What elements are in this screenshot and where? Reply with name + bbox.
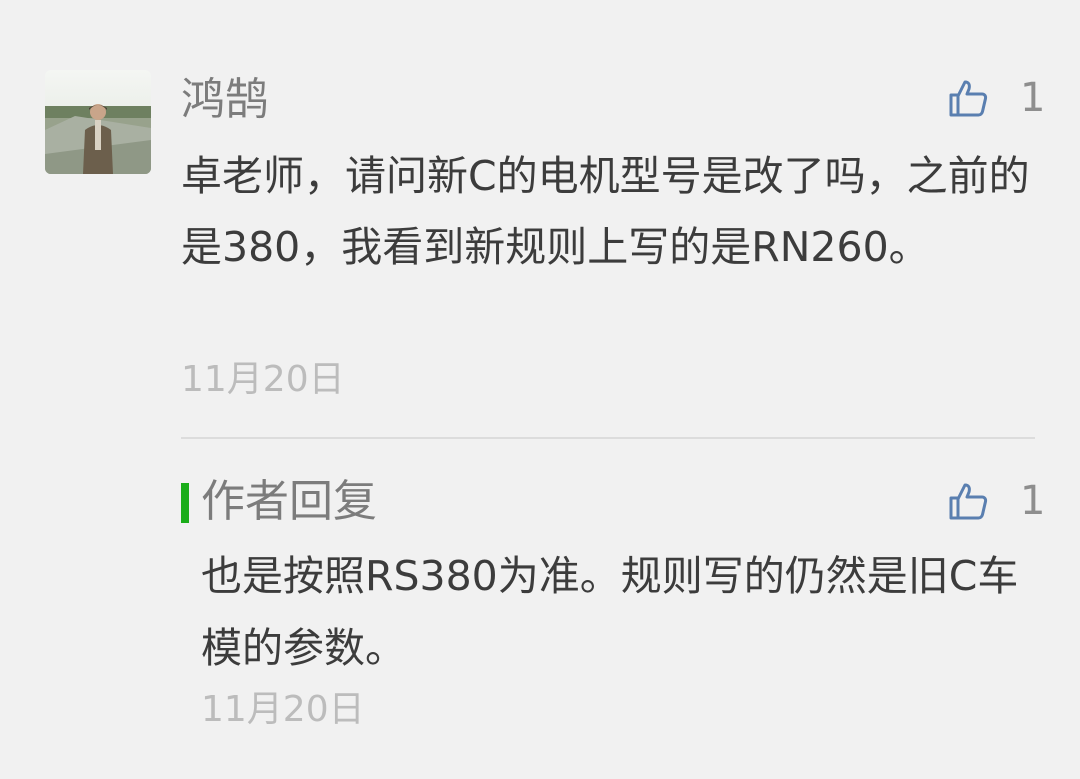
comment-date: 11月20日 — [181, 359, 345, 400]
divider — [181, 437, 1035, 439]
comment-text: 卓老师，请问新C的电机型号是改了吗，之前的是380，我看到新规则上写的是RN26… — [181, 152, 1030, 271]
commenter-name[interactable]: 鸿鹄 — [181, 72, 269, 128]
reply-date: 11月20日 — [201, 689, 365, 730]
author-reply-text: 也是按照RS380为准。规则写的仍然是旧C车模的参数。 — [201, 552, 1019, 672]
comment-like-button[interactable]: 1 — [948, 76, 1045, 120]
thumbs-up-icon[interactable] — [948, 481, 988, 521]
reply-like-button[interactable]: 1 — [948, 479, 1045, 523]
thumbs-up-icon[interactable] — [948, 78, 988, 118]
avatar[interactable] — [45, 70, 151, 174]
like-count: 1 — [1020, 75, 1046, 121]
author-reply-marker — [181, 483, 189, 523]
author-reply-title: 作者回复 — [201, 476, 377, 527]
like-count: 1 — [1020, 478, 1046, 524]
